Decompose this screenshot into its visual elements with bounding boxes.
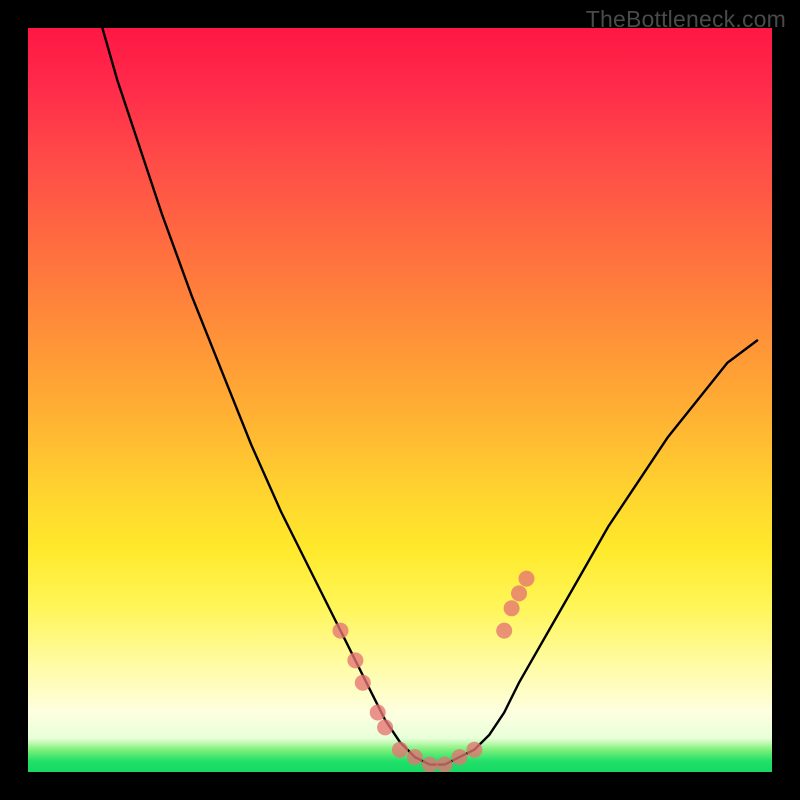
watermark-text: TheBottleneck.com: [586, 6, 786, 33]
curve-marker: [519, 571, 535, 587]
curve-marker: [466, 742, 482, 758]
curve-marker: [407, 749, 423, 765]
curve-marker: [377, 719, 393, 735]
curve-markers: [333, 571, 535, 772]
curve-marker: [452, 749, 468, 765]
curve-marker: [504, 600, 520, 616]
chart-overlay: [28, 28, 772, 772]
curve-marker: [392, 742, 408, 758]
curve-marker: [437, 757, 453, 772]
curve-marker: [422, 757, 438, 772]
bottleneck-curve: [102, 28, 757, 765]
curve-marker: [511, 585, 527, 601]
chart-frame: TheBottleneck.com: [0, 0, 800, 800]
curve-marker: [370, 705, 386, 721]
curve-marker: [347, 652, 363, 668]
plot-area: [28, 28, 772, 772]
curve-marker: [355, 675, 371, 691]
curve-marker: [333, 623, 349, 639]
curve-marker: [496, 623, 512, 639]
